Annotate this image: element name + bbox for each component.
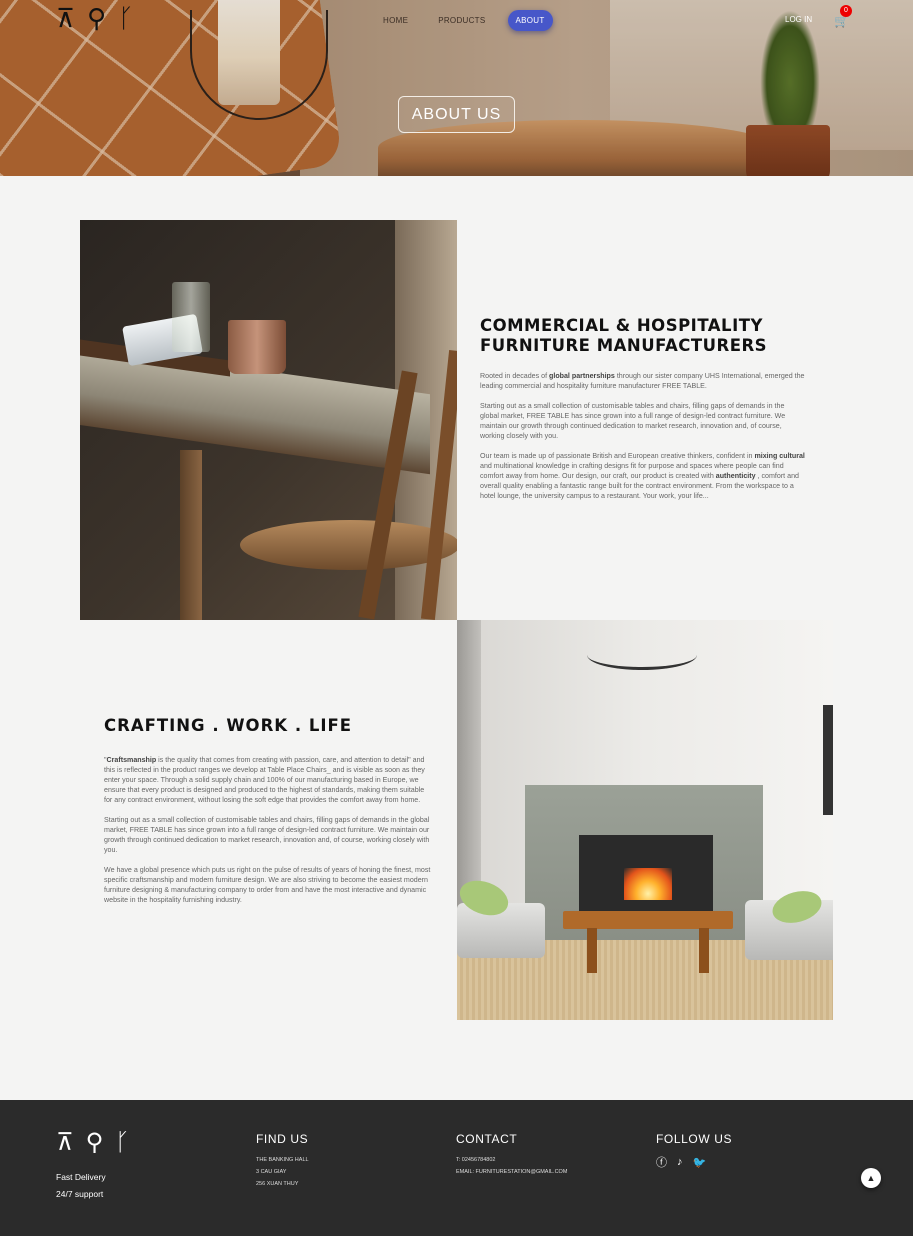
bold-text: mixing cultural <box>754 452 805 460</box>
photo-coffee-leg <box>699 928 709 973</box>
logo-glyph-1: ⊼ <box>56 1128 74 1156</box>
crafting-paragraph-3: We have a global presence which puts us … <box>104 866 431 904</box>
logo-glyph-3: ᚴ <box>118 4 134 34</box>
crafting-paragraph-2: Starting out as a small collection of cu… <box>104 816 430 854</box>
commercial-paragraph-1: Rooted in decades of global partnerships… <box>480 371 805 391</box>
photo-chandelier <box>587 640 697 670</box>
footer-find-us: FIND US THE BANKING HALL 3 CAU GIAY 256 … <box>256 1132 309 1190</box>
chevron-up-icon: ▲ <box>866 1173 876 1183</box>
footer-follow-us: FOLLOW US ⓕ ♪ 🐦 <box>656 1132 732 1170</box>
photo-chair-seat <box>240 520 457 570</box>
nav-home[interactable]: HOME <box>375 10 416 31</box>
footer-tagline-support: 24/7 support <box>56 1189 104 1199</box>
address-line: 256 XUAN THUY <box>256 1181 299 1187</box>
address-line: THE BANKING HALL <box>256 1157 309 1163</box>
nav-about[interactable]: ABOUT <box>507 10 553 31</box>
site-footer: ⊼ ⚲ ᚴ Fast Delivery 24/7 support FIND US… <box>0 1100 913 1236</box>
twitter-icon[interactable]: 🐦 <box>693 1156 707 1169</box>
contact-heading: CONTACT <box>456 1132 518 1146</box>
logo-glyph-1: ⊼ <box>56 4 76 34</box>
tiktok-icon[interactable]: ♪ <box>677 1156 683 1168</box>
contact-phone[interactable]: T: 02456784802 <box>456 1154 567 1166</box>
logo-glyph-3: ᚴ <box>115 1128 130 1156</box>
footer-logo[interactable]: ⊼ ⚲ ᚴ <box>56 1130 130 1154</box>
nav-products[interactable]: PRODUCTS <box>430 10 493 31</box>
photo-table-leg <box>180 450 202 620</box>
commercial-heading-line1: COMMERCIAL & HOSPITALITY <box>480 316 763 335</box>
logo-glyph-2: ⚲ <box>87 4 107 34</box>
photo-mug <box>228 320 286 374</box>
section-commercial: COMMERCIAL & HOSPITALITY FURNITURE MANUF… <box>480 316 805 511</box>
scroll-to-top-button[interactable]: ▲ <box>861 1168 881 1188</box>
table-photo <box>80 220 457 620</box>
follow-us-heading: FOLLOW US <box>656 1132 733 1146</box>
bold-text: global partnerships <box>549 372 615 380</box>
photo-fire <box>624 868 672 900</box>
commercial-heading: COMMERCIAL & HOSPITALITY FURNITURE MANUF… <box>480 316 805 356</box>
bold-text: authenticity <box>715 472 756 480</box>
find-us-heading: FIND US <box>256 1132 309 1146</box>
living-room-photo <box>457 620 833 1020</box>
login-link[interactable]: LOG IN <box>785 15 812 24</box>
footer-tagline-delivery: Fast Delivery <box>56 1172 106 1182</box>
photo-glass <box>172 282 210 352</box>
main-nav: HOME PRODUCTS ABOUT <box>375 10 553 31</box>
text: Rooted in decades of <box>480 372 550 380</box>
crafting-paragraph-1: "Craftsmanship is the quality that comes… <box>104 755 434 805</box>
about-us-button[interactable]: ABOUT US <box>398 96 515 133</box>
address-line: 3 CAU GIAY <box>256 1169 287 1175</box>
text: Our team is made up of passionate Britis… <box>480 452 755 460</box>
facebook-icon[interactable]: ⓕ <box>656 1154 667 1170</box>
commercial-paragraph-3: Our team is made up of passionate Britis… <box>480 451 805 501</box>
photo-coffee-table <box>563 911 733 929</box>
commercial-paragraph-2: Starting out as a small collection of cu… <box>480 402 786 440</box>
section-crafting: CRAFTING . WORK . LIFE "Craftsmanship is… <box>104 716 434 915</box>
photo-frame <box>823 705 833 815</box>
commercial-heading-line2: FURNITURE MANUFACTURERS <box>480 336 768 355</box>
bold-text: Craftsmanship <box>106 756 157 764</box>
contact-email[interactable]: EMAIL: FURNITURESTATION@GMAIL.COM <box>456 1166 567 1178</box>
photo-coffee-leg <box>587 928 597 973</box>
site-logo[interactable]: ⊼ ⚲ ᚴ <box>56 6 134 32</box>
hero-banner: ⊼ ⚲ ᚴ HOME PRODUCTS ABOUT LOG IN 🛒 0 ABO… <box>0 0 913 176</box>
social-links: ⓕ ♪ 🐦 <box>656 1154 732 1170</box>
crafting-heading: CRAFTING . WORK . LIFE <box>104 716 353 735</box>
footer-contact: CONTACT T: 02456784802 EMAIL: FURNITURES… <box>456 1132 567 1178</box>
cart-button[interactable]: 🛒 0 <box>834 5 852 28</box>
cart-count-badge: 0 <box>840 5 852 17</box>
logo-glyph-2: ⚲ <box>85 1128 104 1156</box>
